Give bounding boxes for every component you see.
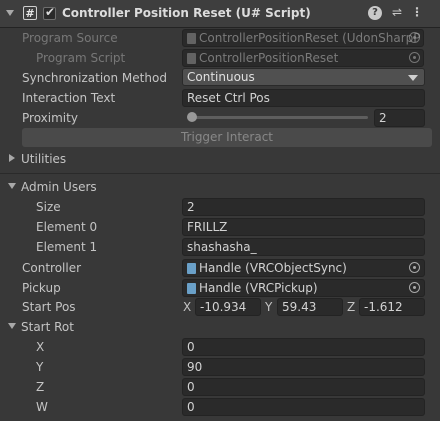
divider <box>0 173 440 174</box>
presets-icon[interactable]: ⇌ <box>390 5 404 19</box>
pickup-value: Handle (VRCPickup) <box>199 281 318 295</box>
controller-value: Handle (VRCObjectSync) <box>199 261 347 275</box>
proximity-input[interactable]: 2 <box>374 109 425 127</box>
kebab-menu-icon[interactable]: ⋮ <box>411 5 423 19</box>
admin-users-size-input[interactable]: 2 <box>182 198 425 216</box>
chevron-down-icon <box>408 75 418 81</box>
program-source-field: ControllerPositionReset (UdonSharpP <box>182 29 424 47</box>
start-pos-y-label[interactable]: Y <box>265 300 272 314</box>
component-title: Controller Position Reset (U# Script) <box>62 6 311 20</box>
start-rot-x-label: X <box>36 340 45 354</box>
utilities-foldout-icon[interactable] <box>9 154 15 162</box>
start-pos-x-label[interactable]: X <box>183 300 191 314</box>
utilities-label[interactable]: Utilities <box>21 152 66 166</box>
start-rot-w-label: W <box>36 400 48 414</box>
component-icon <box>187 283 196 294</box>
start-rot-foldout-icon[interactable] <box>8 323 16 329</box>
program-script-value: ControllerPositionReset <box>199 51 339 65</box>
script-icon: # <box>23 6 37 20</box>
controller-label: Controller <box>22 261 82 275</box>
interaction-text-label: Interaction Text <box>22 91 116 105</box>
object-picker-icon[interactable] <box>409 282 420 293</box>
pickup-object-field[interactable]: Handle (VRCPickup) <box>182 279 425 297</box>
start-pos-z-label[interactable]: Z <box>347 300 355 314</box>
controller-object-field[interactable]: Handle (VRCObjectSync) <box>182 259 425 277</box>
script-asset-icon <box>187 53 196 64</box>
admin-user-element-label: Element 0 <box>36 220 98 234</box>
start-pos-z-input[interactable]: -1.612 <box>359 298 425 316</box>
program-source-value: ControllerPositionReset (UdonSharpP <box>199 31 421 45</box>
enabled-checkbox[interactable] <box>43 5 56 20</box>
sync-method-dropdown[interactable]: Continuous <box>182 68 425 86</box>
start-rot-z-input[interactable]: 0 <box>182 378 425 396</box>
start-rot-y-input[interactable]: 90 <box>182 358 425 376</box>
admin-users-label[interactable]: Admin Users <box>21 180 97 194</box>
start-rot-label[interactable]: Start Rot <box>21 320 74 334</box>
program-source-label: Program Source <box>22 31 118 45</box>
component-icon <box>187 263 196 274</box>
interaction-text-input[interactable]: Reset Ctrl Pos <box>182 89 425 107</box>
object-picker-icon[interactable] <box>409 262 420 273</box>
start-rot-y-label: Y <box>36 360 44 374</box>
sync-method-value: Continuous <box>187 70 255 84</box>
object-picker-icon <box>409 32 420 43</box>
object-picker-icon <box>409 52 420 63</box>
help-icon[interactable]: ? <box>368 6 382 20</box>
start-pos-x-input[interactable]: -10.934 <box>195 298 261 316</box>
sync-method-label: Synchronization Method <box>22 71 167 85</box>
admin-user-element-label: Element 1 <box>36 240 98 254</box>
admin-users-size-label: Size <box>36 200 61 214</box>
start-rot-z-label: Z <box>36 380 45 394</box>
trigger-interact-button[interactable]: Trigger Interact <box>22 128 432 147</box>
program-script-label: Program Script <box>36 51 126 65</box>
start-rot-w-input[interactable]: 0 <box>182 398 425 416</box>
pickup-label: Pickup <box>22 281 61 295</box>
trigger-interact-label: Trigger Interact <box>180 130 274 144</box>
proximity-label: Proximity <box>22 111 78 125</box>
admin-user-element-input[interactable]: shashasha_ <box>182 238 425 256</box>
start-rot-x-input[interactable]: 0 <box>182 338 425 356</box>
udon-asset-icon <box>187 33 196 44</box>
start-pos-label: Start Pos <box>22 300 76 314</box>
proximity-slider-track[interactable] <box>188 116 368 119</box>
proximity-slider-knob[interactable] <box>186 112 197 122</box>
admin-user-element-input[interactable]: FRILLZ <box>182 218 425 236</box>
admin-users-foldout-icon[interactable] <box>8 183 16 189</box>
program-script-field: ControllerPositionReset <box>182 49 424 67</box>
header-foldout-icon[interactable] <box>6 10 14 16</box>
start-pos-y-input[interactable]: 59.43 <box>277 298 343 316</box>
